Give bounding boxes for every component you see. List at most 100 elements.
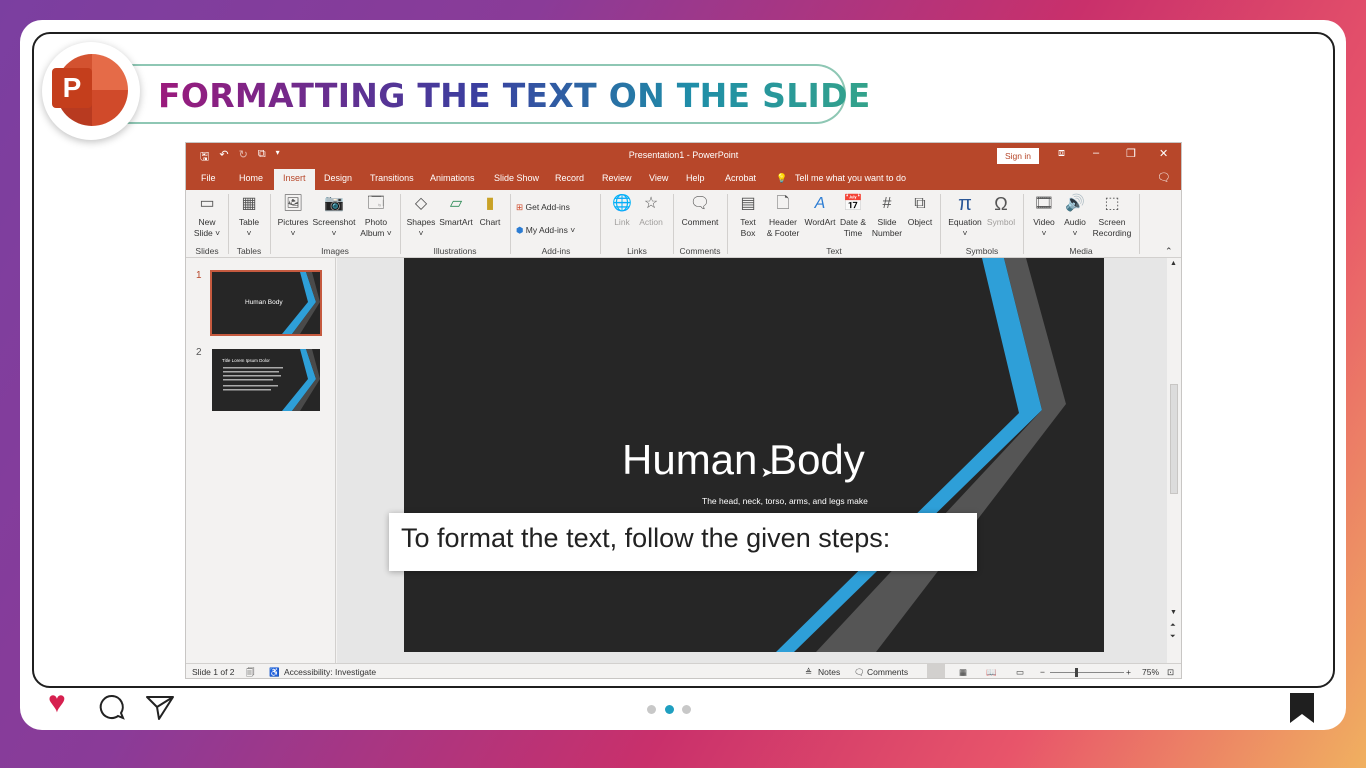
tab-file[interactable]: File (201, 173, 216, 183)
restore-icon[interactable]: ❐ (1126, 147, 1136, 160)
group-tables: Tables (236, 246, 262, 256)
wordart-button[interactable]: A WordArt (803, 194, 837, 228)
photo-album-icon: 🗔 (367, 195, 385, 212)
slide-thumbnail-1[interactable]: Human Body (210, 270, 322, 336)
link-button[interactable]: 🌐 Link (608, 194, 636, 228)
scroll-thumb[interactable] (1170, 384, 1178, 494)
object-icon: ⧉ (914, 195, 926, 212)
speaker-icon: 🔊 (1065, 195, 1085, 212)
slide-thumbnail-2[interactable]: Title Lorem Ipsum Dolor (212, 349, 320, 411)
scroll-up-icon[interactable]: ▲ (1170, 260, 1177, 267)
screen-recording-button[interactable]: ⬚ Screen Recording (1091, 194, 1133, 239)
carousel-dot[interactable] (647, 705, 656, 714)
ribbon-insert: ▭ New Slide ˅ Slides ▦ Table ˅ Tables 🖼 Pictu… (186, 190, 1181, 258)
zoom-slider-thumb[interactable] (1075, 668, 1078, 677)
zoom-in-icon[interactable]: + (1126, 667, 1131, 677)
group-slides: Slides (195, 246, 219, 256)
chart-icon: ▮ (485, 195, 495, 212)
tab-help[interactable]: Help (686, 173, 705, 183)
video-button[interactable]: 🎞 Video ˅ (1029, 194, 1059, 239)
tab-slide-show[interactable]: Slide Show (494, 173, 539, 183)
symbol-button[interactable]: Ω Symbol (985, 194, 1017, 228)
photo-album-button[interactable]: 🗔 Photo Album ˅ (358, 194, 394, 239)
audio-button[interactable]: 🔊 Audio ˅ (1060, 194, 1090, 239)
action-icon: ☆ (643, 195, 659, 212)
heart-icon[interactable]: ♥ (48, 686, 66, 720)
pi-icon: π (958, 193, 972, 215)
screen-recording-icon: ⬚ (1104, 195, 1120, 212)
slide-count: Slide 1 of 2 (192, 667, 235, 677)
group-addins: Add-ins (541, 246, 571, 256)
header-footer-button[interactable]: 🗋 Header & Footer (764, 194, 802, 239)
send-icon[interactable] (145, 693, 175, 721)
pictures-button[interactable]: 🖼 Pictures ˅ (275, 194, 311, 239)
screenshot-button[interactable]: 📷 Screenshot ˅ (312, 194, 356, 239)
close-icon[interactable]: ✕ (1159, 147, 1168, 160)
comment-bubble-icon[interactable] (98, 693, 126, 721)
wordart-icon: A (814, 195, 826, 212)
group-links: Links (627, 246, 647, 256)
page-title: FORMATTING THE TEXT ON THE SLIDE (158, 76, 871, 115)
spelling-icon[interactable]: 🗐 (246, 667, 255, 678)
zoom-level[interactable]: 75% (1142, 667, 1159, 677)
notes-button[interactable]: Notes (818, 667, 840, 677)
minimize-icon[interactable]: – (1093, 147, 1099, 159)
bookmark-icon[interactable] (1290, 693, 1314, 723)
tab-insert[interactable]: Insert (274, 169, 315, 190)
tab-design[interactable]: Design (324, 173, 352, 183)
tab-review[interactable]: Review (602, 173, 632, 183)
comments-icon[interactable]: 🗨 (1157, 171, 1171, 184)
sign-in-button[interactable]: Sign in (997, 148, 1039, 164)
zoom-slider[interactable] (1050, 672, 1124, 673)
slide-sorter-icon[interactable]: ▦ (959, 667, 967, 678)
comments-button[interactable]: Comments (867, 667, 908, 677)
addins-icon: ⬢ (516, 225, 524, 235)
shapes-button[interactable]: ◇ Shapes ˅ (405, 194, 437, 239)
slide-title[interactable]: Human Body (622, 436, 865, 484)
tab-home[interactable]: Home (239, 173, 263, 183)
next-slide-icon[interactable]: ⏷ (1170, 633, 1176, 641)
link-icon: 🌐 (612, 195, 632, 212)
date-time-button[interactable]: 📅 Date & Time (838, 194, 868, 239)
new-slide-button[interactable]: ▭ New Slide ˅ (192, 194, 222, 239)
tab-animations[interactable]: Animations (430, 173, 475, 183)
slide-subtitle[interactable]: The head, neck, torso, arms, and legs ma… (702, 496, 868, 506)
status-bar: Slide 1 of 2 🗐 ♿ Accessibility: Investig… (186, 663, 1181, 678)
scroll-down-icon[interactable]: ▼ (1170, 609, 1177, 616)
reading-view-icon[interactable]: 📖 (986, 667, 997, 678)
equation-button[interactable]: π Equation ˅ (946, 194, 984, 239)
tab-record[interactable]: Record (555, 173, 584, 183)
carousel-dot[interactable] (682, 705, 691, 714)
comment-button[interactable]: 🗨 Comment (678, 194, 722, 228)
tab-transitions[interactable]: Transitions (370, 173, 414, 183)
tab-acrobat[interactable]: Acrobat (725, 173, 756, 183)
carousel-dot-active[interactable] (665, 705, 674, 714)
slide-show-icon[interactable]: ▭ (1016, 667, 1024, 678)
store-icon: ⊞ (516, 202, 524, 212)
normal-view-icon[interactable] (927, 664, 945, 678)
chart-button[interactable]: ▮ Chart (476, 194, 504, 228)
tab-view[interactable]: View (649, 173, 668, 183)
thumbnail-number: 1 (196, 270, 202, 281)
group-comments: Comments (679, 246, 721, 256)
previous-slide-icon[interactable]: ⏶ (1170, 622, 1176, 630)
smartart-button[interactable]: ▱ SmartArt (438, 194, 474, 228)
accessibility-status[interactable]: Accessibility: Investigate (284, 667, 376, 677)
fit-slide-icon[interactable]: ⊡ (1167, 667, 1174, 678)
text-box-button[interactable]: ▤ Text Box (733, 194, 763, 239)
get-addins-button[interactable]: ⊞ Get Add-ins (516, 202, 596, 213)
action-button[interactable]: ☆ Action (636, 194, 666, 228)
notes-icon: ≜ (805, 667, 813, 677)
current-slide[interactable]: Human Body The head, neck, torso, arms, … (404, 258, 1104, 652)
zoom-out-icon[interactable]: − (1040, 667, 1045, 677)
slide-number-button[interactable]: # Slide Number (870, 194, 904, 239)
ribbon-display-icon[interactable]: ⧈ (1058, 147, 1065, 160)
vertical-scrollbar[interactable]: ▲ ▼ ⏶ ⏷ (1167, 258, 1181, 663)
collapse-ribbon-icon[interactable]: ⌃ (1165, 246, 1173, 257)
object-button[interactable]: ⧉ Object (905, 194, 935, 228)
my-addins-button[interactable]: ⬢ My Add-ins ˅ (516, 225, 596, 236)
table-button[interactable]: ▦ Table ˅ (234, 194, 264, 239)
new-slide-icon: ▭ (199, 195, 215, 212)
title-banner: FORMATTING THE TEXT ON THE SLIDE (108, 64, 870, 124)
tell-me-search[interactable]: Tell me what you want to do (795, 173, 906, 183)
